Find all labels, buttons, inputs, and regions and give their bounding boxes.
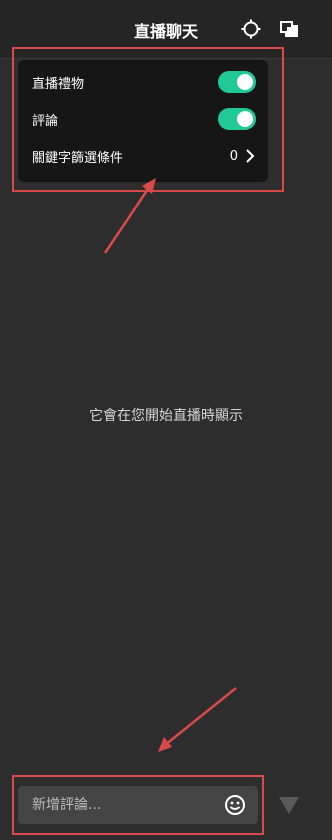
toggle-knob bbox=[237, 74, 253, 90]
comment-footer bbox=[0, 776, 332, 840]
popout-icon bbox=[280, 21, 298, 37]
settings-button[interactable] bbox=[238, 16, 264, 42]
keyword-filter-count: 0 bbox=[229, 148, 238, 164]
chat-header: 直播聊天 bbox=[0, 0, 332, 59]
live-gifts-toggle[interactable] bbox=[218, 71, 256, 93]
live-gifts-label: 直播禮物 bbox=[32, 76, 85, 92]
gear-icon bbox=[241, 19, 261, 39]
comments-label: 評論 bbox=[32, 113, 59, 129]
keyword-filter-label: 關鍵字篩選條件 bbox=[32, 150, 124, 166]
chevron-right-icon bbox=[246, 149, 255, 163]
comment-box bbox=[18, 786, 258, 824]
emoji-icon bbox=[225, 795, 245, 815]
popout-button[interactable] bbox=[276, 16, 302, 42]
keyword-filter-value: 0 bbox=[230, 148, 256, 164]
toggle-knob bbox=[237, 111, 253, 127]
emoji-button[interactable] bbox=[224, 794, 246, 816]
keyword-filter-row[interactable]: 關鍵字篩選條件 0 bbox=[32, 144, 256, 168]
comment-input[interactable] bbox=[32, 786, 217, 824]
comments-toggle[interactable] bbox=[218, 108, 256, 130]
send-button[interactable] bbox=[276, 792, 302, 818]
send-icon bbox=[279, 797, 299, 814]
live-gifts-row: 直播禮物 bbox=[32, 70, 256, 94]
empty-chat-message: 它會在您開始直播時顯示 bbox=[89, 408, 243, 424]
settings-popup: 直播禮物 評論 關鍵字篩選條件 0 bbox=[18, 60, 268, 182]
comments-row: 評論 bbox=[32, 107, 256, 131]
